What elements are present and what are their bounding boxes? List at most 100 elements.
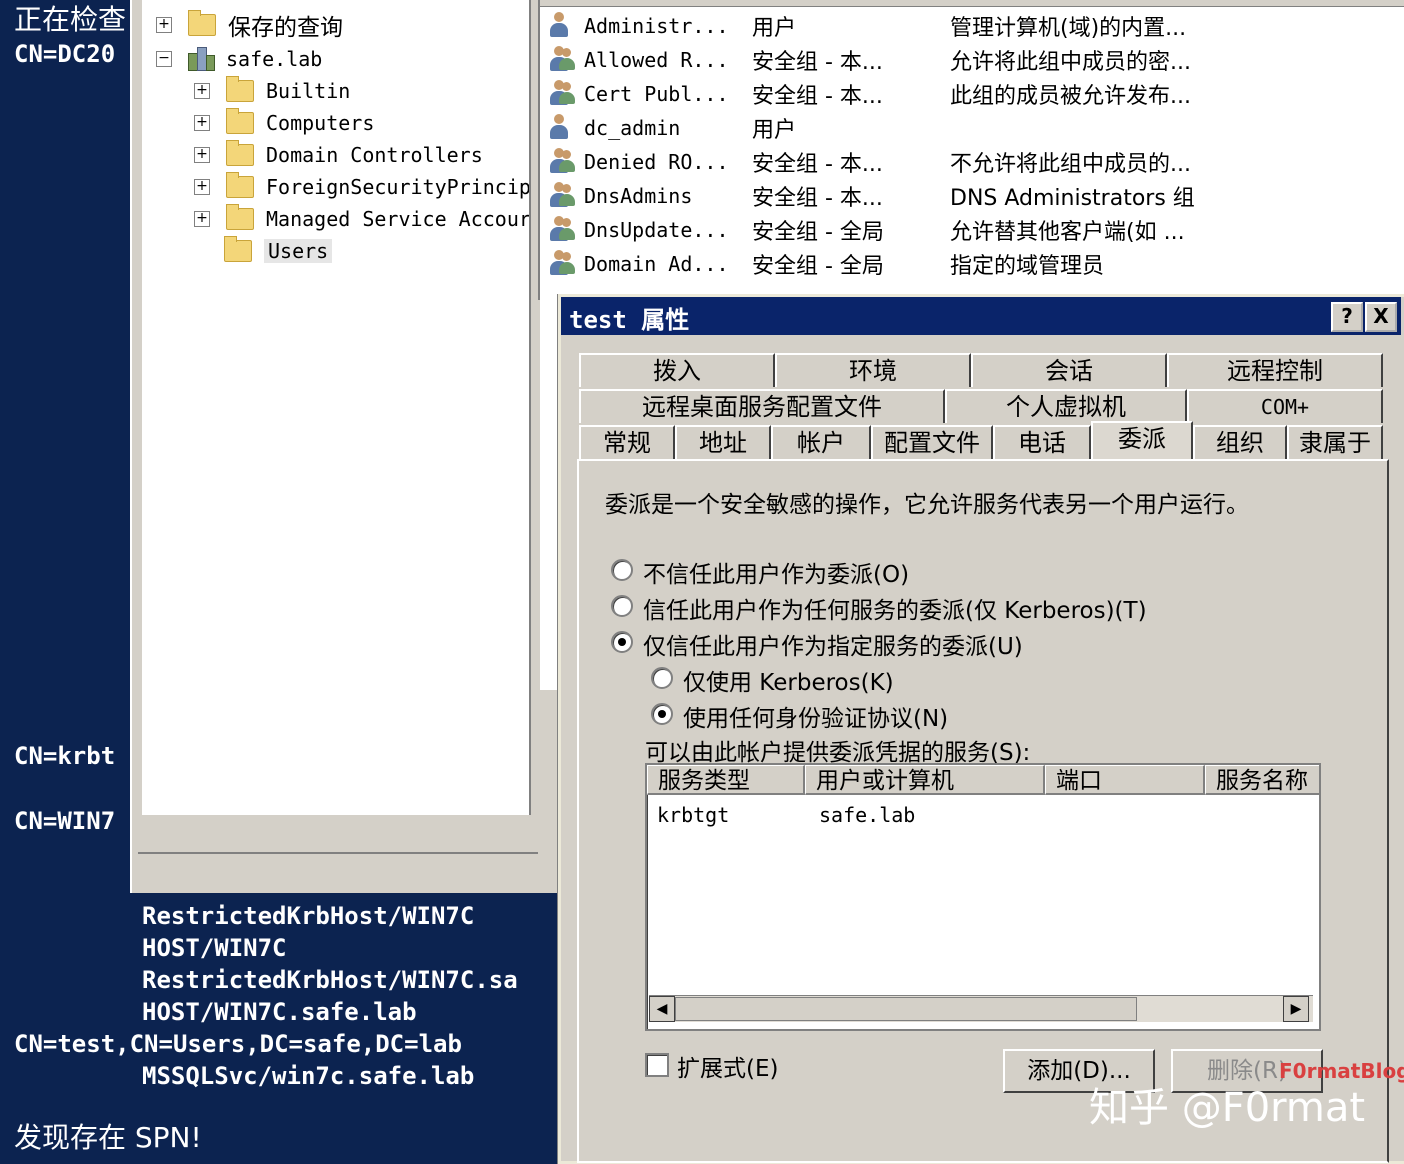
- item-desc: DNS Administrators 组: [950, 186, 1195, 211]
- console-line: CN=krbt: [14, 742, 116, 770]
- item-name: Administr...: [584, 14, 729, 38]
- item-desc: 允许将此组中成员的密...: [950, 50, 1191, 75]
- services-label: 可以由此帐户提供委派凭据的服务(S):: [645, 740, 1031, 766]
- console-line: HOST/WIN7C.safe.lab: [142, 998, 417, 1026]
- collapse-icon[interactable]: −: [156, 51, 172, 67]
- user-icon: [548, 114, 576, 142]
- tree-item-domain-controllers[interactable]: + Domain Controllers: [194, 140, 483, 170]
- tree-label: Users: [264, 239, 333, 263]
- tab-organization[interactable]: 组织: [1193, 425, 1287, 459]
- column-service-type[interactable]: 服务类型: [647, 765, 805, 795]
- console-line: RestrictedKrbHost/WIN7C.sa: [142, 966, 518, 994]
- console-line: CN=DC20: [14, 40, 116, 68]
- user-icon: [548, 12, 576, 40]
- tab-environment[interactable]: 环境: [775, 353, 971, 387]
- expand-icon[interactable]: +: [194, 83, 210, 99]
- list-item[interactable]: DnsUpdate... 安全组 - 全局 允许替其他客户端(如 ...: [540, 213, 1185, 247]
- expand-icon[interactable]: +: [156, 17, 172, 33]
- item-name: DnsUpdate...: [584, 218, 729, 242]
- item-type: 安全组 - 全局: [752, 254, 884, 279]
- radio-no-delegation[interactable]: [611, 559, 633, 581]
- group-icon: [548, 250, 576, 278]
- radio-any-service-label[interactable]: 信任此用户作为任何服务的委派(仅 Kerberos)(T): [643, 591, 1147, 625]
- radio-kerberos-only-label[interactable]: 仅使用 Kerberos(K): [683, 663, 894, 697]
- tree-item-builtin[interactable]: + Builtin: [194, 76, 350, 106]
- services-hscrollbar[interactable]: ◀ ▶: [649, 995, 1313, 1022]
- tab-profile[interactable]: 配置文件: [871, 425, 993, 459]
- tab-com-plus[interactable]: COM+: [1187, 389, 1383, 423]
- tab-rds-profile[interactable]: 远程桌面服务配置文件: [579, 389, 945, 423]
- expand-icon[interactable]: +: [194, 179, 210, 195]
- list-item[interactable]: Administr... 用户 管理计算机(域)的内置...: [540, 9, 1186, 43]
- tab-sessions[interactable]: 会话: [971, 353, 1167, 387]
- radio-specified-services-label[interactable]: 仅信任此用户作为指定服务的委派(U): [643, 627, 1023, 661]
- folder-icon: [226, 76, 254, 102]
- tree-item-users[interactable]: Users: [224, 236, 333, 266]
- item-type: 用户: [752, 16, 797, 41]
- close-button[interactable]: X: [1365, 302, 1397, 332]
- list-header: [540, 0, 1404, 7]
- expand-icon[interactable]: +: [194, 211, 210, 227]
- expand-icon[interactable]: +: [194, 147, 210, 163]
- tab-remote-control[interactable]: 远程控制: [1167, 353, 1383, 387]
- scroll-thumb[interactable]: [675, 997, 1137, 1021]
- radio-kerberos-only[interactable]: [651, 667, 673, 689]
- expanded-checkbox[interactable]: [645, 1053, 669, 1077]
- column-port[interactable]: 端口: [1045, 765, 1205, 795]
- domain-icon: [188, 47, 215, 71]
- list-item[interactable]: Denied RO... 安全组 - 本... 不允许将此组中成员的...: [540, 145, 1191, 179]
- console-line: HOST/WIN7C: [142, 934, 287, 962]
- tree-pane: + 保存的查询 − safe.lab + Builtin + Computers…: [142, 0, 531, 815]
- tree-item-domain[interactable]: − safe.lab: [156, 44, 322, 74]
- item-name: Domain Ad...: [584, 252, 729, 276]
- tab-member-of[interactable]: 隶属于: [1287, 425, 1383, 459]
- list-item[interactable]: Cert Publ... 安全组 - 本... 此组的成员被允许发布...: [540, 77, 1191, 111]
- dialog-title: test 属性: [569, 306, 690, 334]
- cell-user-or-computer: safe.lab: [819, 803, 916, 827]
- radio-no-delegation-label[interactable]: 不信任此用户作为委派(O): [643, 555, 909, 589]
- group-icon: [548, 80, 576, 108]
- list-pane-edge: [538, 690, 558, 854]
- tab-telephones[interactable]: 电话: [993, 425, 1091, 459]
- tab-personal-vm[interactable]: 个人虚拟机: [945, 389, 1187, 423]
- tab-general[interactable]: 常规: [579, 425, 675, 459]
- console-line: 发现存在 SPN!: [14, 1121, 202, 1154]
- list-item[interactable]: Allowed R... 安全组 - 本... 允许将此组中成员的密...: [540, 43, 1191, 77]
- scroll-left-icon[interactable]: ◀: [649, 996, 675, 1022]
- list-item[interactable]: dc_admin 用户: [540, 111, 796, 145]
- radio-any-protocol-label[interactable]: 使用任何身份验证协议(N): [683, 699, 948, 733]
- services-listview[interactable]: 服务类型 用户或计算机 端口 服务名称 krbtgt safe.lab ◀ ▶: [645, 763, 1321, 1031]
- tab-dial-in[interactable]: 拨入: [579, 353, 775, 387]
- item-desc: 管理计算机(域)的内置...: [950, 16, 1187, 41]
- radio-any-service[interactable]: [611, 595, 633, 617]
- console-line: CN=test,CN=Users,DC=safe,DC=lab: [14, 1030, 462, 1058]
- column-user-or-computer[interactable]: 用户或计算机: [805, 765, 1045, 795]
- list-item[interactable]: Domain Ad... 安全组 - 全局 指定的域管理员: [540, 247, 1104, 281]
- tree-item-foreign-security-principals[interactable]: + ForeignSecurityPrincip: [194, 172, 529, 202]
- expand-icon[interactable]: +: [194, 115, 210, 131]
- dialog-titlebar[interactable]: test 属性 ? X: [561, 297, 1401, 335]
- radio-any-protocol[interactable]: [651, 703, 673, 725]
- folder-icon: [226, 172, 254, 198]
- tab-address[interactable]: 地址: [675, 425, 771, 459]
- zhihu-watermark: 知乎 @F0rmat: [1089, 1085, 1366, 1131]
- tree-item-computers[interactable]: + Computers: [194, 108, 374, 138]
- item-name: Cert Publ...: [584, 82, 729, 106]
- item-type: 安全组 - 本...: [752, 84, 883, 109]
- tree-item-saved-queries[interactable]: + 保存的查询: [156, 10, 343, 41]
- list-item[interactable]: DnsAdmins 安全组 - 本... DNS Administrators …: [540, 179, 1195, 213]
- expanded-checkbox-label[interactable]: 扩展式(E): [677, 1049, 778, 1083]
- item-name: Denied RO...: [584, 150, 729, 174]
- tree-item-managed-service-accounts[interactable]: + Managed Service Accour: [194, 204, 529, 234]
- scroll-right-icon[interactable]: ▶: [1283, 996, 1309, 1022]
- folder-icon: [226, 108, 254, 134]
- column-service-name[interactable]: 服务名称: [1205, 765, 1319, 795]
- tab-delegation[interactable]: 委派: [1091, 421, 1193, 459]
- tab-account[interactable]: 帐户: [771, 425, 871, 459]
- help-button[interactable]: ?: [1331, 302, 1363, 332]
- radio-specified-services[interactable]: [611, 631, 633, 653]
- group-icon: [548, 46, 576, 74]
- folder-icon: [226, 204, 254, 230]
- console-line: 正在检查: [14, 3, 127, 36]
- list-overflow-strip: [540, 300, 558, 690]
